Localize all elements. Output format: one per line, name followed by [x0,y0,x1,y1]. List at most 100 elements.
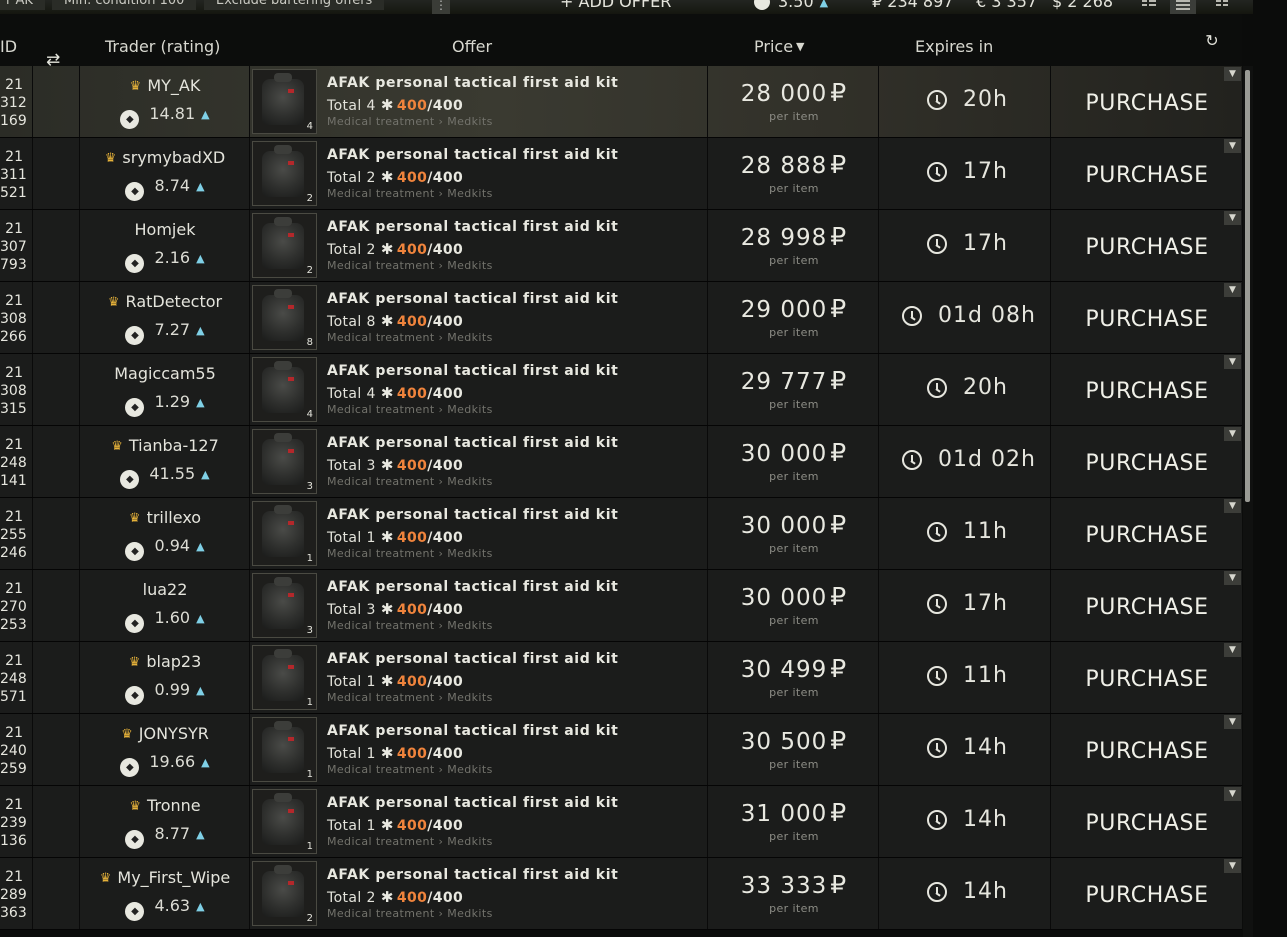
chevron-down-icon[interactable]: ▼ [1224,571,1241,585]
trader-name[interactable]: Magiccam55 [80,364,250,384]
filter-chip-item[interactable]: r AK [0,0,45,10]
item-thumbnail[interactable]: 4 [252,69,317,134]
purchase-button[interactable]: PURCHASE [1052,138,1242,209]
offer-title[interactable]: AFAK personal tactical first aid kit [327,507,618,523]
rouble-icon: ₽ [830,798,848,827]
trader-name[interactable]: lua22 [80,580,250,600]
chevron-down-icon[interactable]: ▼ [1224,211,1241,225]
item-thumbnail[interactable]: 3 [252,429,317,494]
trader-name[interactable]: ♛ JONYSYR [80,724,250,746]
item-thumbnail[interactable]: 1 [252,789,317,854]
grid-view-small-icon[interactable] [1136,0,1162,14]
chevron-down-icon[interactable]: ▼ [1224,139,1241,153]
trader-name[interactable]: ♛ RatDetector [80,292,250,314]
trader-cell[interactable]: ♛ blap23 ◆ 0.99 ▲ [80,642,250,713]
sort-down-icon: ▼ [796,40,805,53]
header-offer[interactable]: Offer [452,14,492,66]
offer-title[interactable]: AFAK personal tactical first aid kit [327,75,618,91]
chevron-down-icon[interactable]: ▼ [1224,283,1241,297]
trader-cell[interactable]: ♛ srymybadXD ◆ 8.74 ▲ [80,138,250,209]
purchase-button[interactable]: PURCHASE [1052,498,1242,569]
item-thumbnail[interactable]: 1 [252,717,317,782]
purchase-button[interactable]: PURCHASE [1052,66,1242,137]
trader-cell[interactable]: ♛ trillexo ◆ 0.94 ▲ [80,498,250,569]
durability-max: /400 [427,386,464,402]
item-thumbnail[interactable]: 1 [252,501,317,566]
chevron-down-icon[interactable]: ▼ [1224,499,1241,513]
chevron-down-icon[interactable]: ▼ [1224,643,1241,657]
header-price[interactable]: Price ▼ [754,14,805,66]
item-thumbnail[interactable]: 8 [252,285,317,350]
offer-cell: AFAK personal tactical first aid kit Tot… [327,642,707,713]
filter-chip-bartering[interactable]: Exclude bartering offers [204,0,385,10]
trader-name[interactable]: ♛ Tianba-127 [80,436,250,458]
purchase-button[interactable]: PURCHASE [1052,786,1242,857]
refresh-icon[interactable]: ↻ [1203,32,1221,50]
table-row: 21 255 246 ♛ trillexo ◆ 0.94 ▲ 1 AFAK perso… [0,498,1242,570]
trader-cell[interactable]: ♛ MY_AK ◆ 14.81 ▲ [80,66,250,137]
chevron-down-icon[interactable]: ▼ [1224,715,1241,729]
offer-title[interactable]: AFAK personal tactical first aid kit [327,723,618,739]
offer-title[interactable]: AFAK personal tactical first aid kit [327,219,618,235]
purchase-button[interactable]: PURCHASE [1052,570,1242,641]
offer-title[interactable]: AFAK personal tactical first aid kit [327,435,618,451]
purchase-button[interactable]: PURCHASE [1052,858,1242,929]
trader-cell[interactable]: lua22 ◆ 1.60 ▲ [80,570,250,641]
purchase-button[interactable]: PURCHASE [1052,642,1242,713]
trader-name[interactable]: ♛ trillexo [80,508,250,530]
list-view-icon[interactable] [1170,0,1196,14]
item-thumbnail[interactable]: 2 [252,141,317,206]
chevron-down-icon[interactable]: ▼ [1224,859,1241,873]
clock-icon [927,378,947,398]
trader-name[interactable]: Homjek [80,220,250,240]
price-amount: 28 000 [740,81,828,107]
chevron-down-icon[interactable]: ▼ [1224,427,1241,441]
header-id[interactable]: ID [0,14,17,66]
item-thumbnail[interactable]: 1 [252,645,317,710]
purchase-button[interactable]: PURCHASE [1052,714,1242,785]
purchase-button[interactable]: PURCHASE [1052,210,1242,281]
header-expires[interactable]: Expires in [915,14,993,66]
trader-name[interactable]: ♛ Tronne [80,796,250,818]
scroll-thumb[interactable] [1245,70,1250,502]
trader-rating-value: 0.94 [154,536,191,555]
offer-title[interactable]: AFAK personal tactical first aid kit [327,579,618,595]
item-thumbnail[interactable]: 2 [252,213,317,278]
offer-title[interactable]: AFAK personal tactical first aid kit [327,147,618,163]
offer-title[interactable]: AFAK personal tactical first aid kit [327,651,618,667]
filter-chip-condition[interactable]: Min. condition 100 [52,0,197,10]
offer-title[interactable]: AFAK personal tactical first aid kit [327,867,618,883]
purchase-button[interactable]: PURCHASE [1052,354,1242,425]
offer-title[interactable]: AFAK personal tactical first aid kit [327,291,618,307]
scrollbar[interactable] [1243,66,1253,937]
trader-cell[interactable]: ♛ Tianba-127 ◆ 41.55 ▲ [80,426,250,497]
purchase-button[interactable]: PURCHASE [1052,282,1242,353]
trader-cell[interactable]: ♛ My_First_Wipe ◆ 4.63 ▲ [80,858,250,929]
add-offer-button[interactable]: + ADD OFFER [560,0,671,11]
trader-cell[interactable]: Homjek ◆ 2.16 ▲ [80,210,250,281]
trader-cell[interactable]: ♛ RatDetector ◆ 7.27 ▲ [80,282,250,353]
durability-max: /400 [427,530,464,546]
chevron-down-icon[interactable]: ▼ [1224,787,1241,801]
trader-cell[interactable]: Magiccam55 ◆ 1.29 ▲ [80,354,250,425]
more-options-icon[interactable]: ⋮ [432,0,450,14]
trader-name[interactable]: ♛ blap23 [80,652,250,674]
offer-title[interactable]: AFAK personal tactical first aid kit [327,363,618,379]
trader-name[interactable]: ♛ My_First_Wipe [80,868,250,890]
per-item-label: per item [769,110,819,123]
purchase-button[interactable]: PURCHASE [1052,426,1242,497]
offer-title[interactable]: AFAK personal tactical first aid kit [327,795,618,811]
header-trader[interactable]: Trader (rating) [105,14,220,66]
trader-name[interactable]: ♛ MY_AK [80,76,250,98]
table-header: ID ⇄ Trader (rating) Offer Price ▼ Expire… [0,14,1242,69]
item-thumbnail[interactable]: 3 [252,573,317,638]
offer-total: Total 1 ✱ 400/400 [327,816,463,834]
trader-cell[interactable]: ♛ Tronne ◆ 8.77 ▲ [80,786,250,857]
item-thumbnail[interactable]: 4 [252,357,317,422]
grid-view-icon[interactable] [1210,0,1236,14]
chevron-down-icon[interactable]: ▼ [1224,67,1241,81]
trader-name[interactable]: ♛ srymybadXD [80,148,250,170]
item-thumbnail[interactable]: 2 [252,861,317,926]
trader-cell[interactable]: ♛ JONYSYR ◆ 19.66 ▲ [80,714,250,785]
chevron-down-icon[interactable]: ▼ [1224,355,1241,369]
